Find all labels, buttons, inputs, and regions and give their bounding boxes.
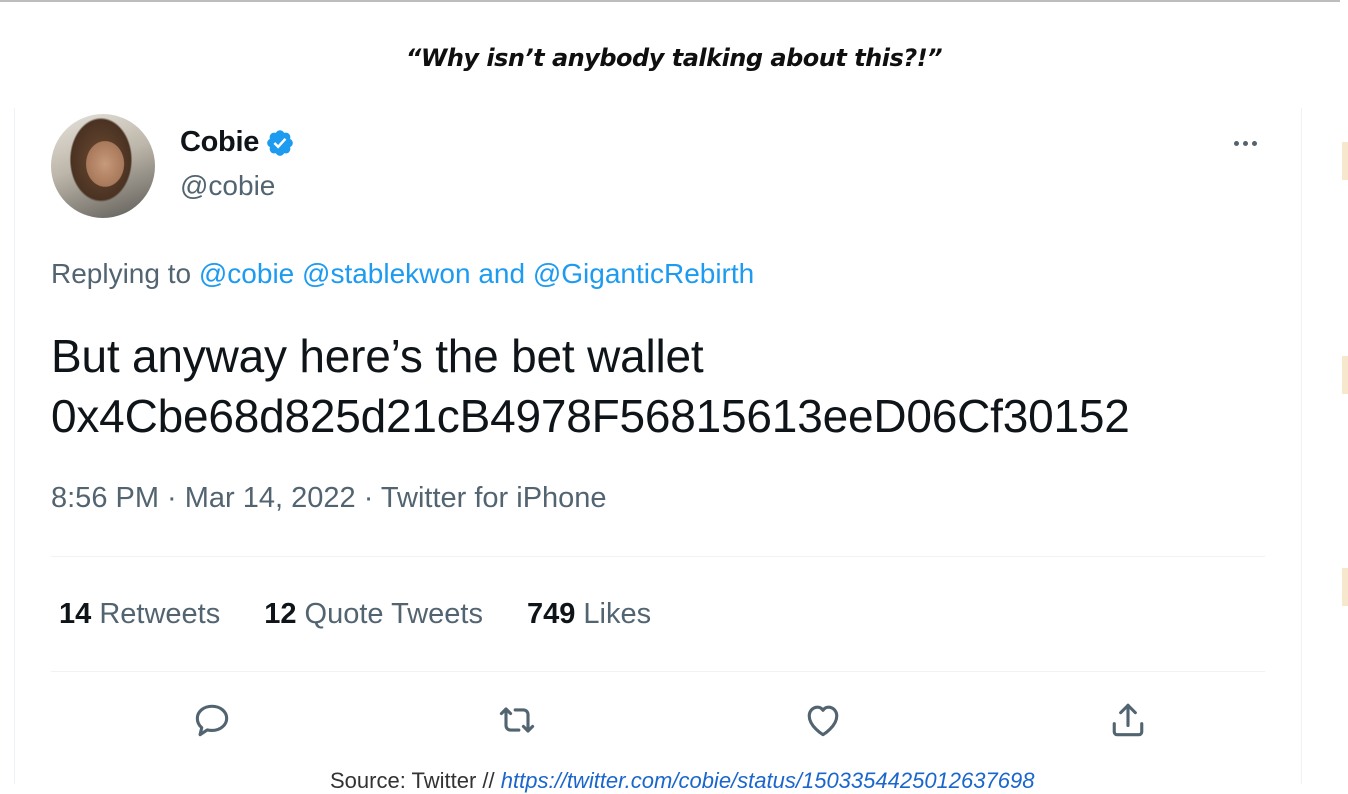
source-line: Source: Twitter // https://twitter.com/c…: [330, 768, 1034, 794]
share-button[interactable]: [1100, 692, 1156, 748]
more-dot-icon: [1233, 140, 1239, 146]
mention-and[interactable]: and: [478, 258, 525, 289]
source-prefix: Source: Twitter //: [330, 768, 495, 793]
more-options-button[interactable]: [1225, 128, 1265, 158]
stats-bottom-divider: [51, 671, 1265, 672]
replying-prefix: Replying to: [51, 258, 192, 289]
replying-to-line: Replying to @cobie @stablekwon and @Giga…: [51, 258, 754, 290]
retweets-count: 14: [59, 598, 92, 630]
quote-tweets-count: 12: [264, 598, 297, 630]
tweet-text-line-1: But anyway here’s the bet wallet: [51, 330, 704, 382]
quote-tweets-label: Quote Tweets: [304, 598, 483, 630]
mention-stablekwon[interactable]: @stablekwon: [302, 258, 471, 289]
retweets-label: Retweets: [99, 598, 221, 630]
edge-decoration: [1342, 356, 1348, 394]
top-divider: [0, 0, 1340, 2]
stats-top-divider: [51, 556, 1265, 557]
more-dot-icon: [1242, 140, 1248, 146]
likes-label: Likes: [583, 598, 652, 630]
verified-badge-icon: [267, 129, 293, 156]
author-name-row: Cobie: [180, 126, 295, 159]
tweet-stats: 14 Retweets 12 Quote Tweets 749 Likes: [59, 598, 651, 631]
tweet-card: Cobie @cobie Replying to @cobie @stablek…: [14, 108, 1302, 784]
mention-giganticrebirth[interactable]: @GiganticRebirth: [533, 258, 754, 289]
tweet-timestamp[interactable]: 8:56 PM · Mar 14, 2022 · Twitter for iPh…: [51, 482, 607, 515]
edge-decoration: [1342, 568, 1348, 606]
likes-count: 749: [526, 598, 576, 630]
retweet-button[interactable]: [489, 692, 545, 748]
author-name[interactable]: Cobie: [180, 126, 259, 159]
tweet-text-line-2: 0x4Cbe68d825d21cB4978F56815613eeD06Cf301…: [51, 390, 1130, 442]
mention-cobie[interactable]: @cobie: [199, 258, 294, 289]
share-icon: [1112, 703, 1144, 737]
more-dot-icon: [1251, 140, 1257, 146]
reply-icon: [195, 704, 229, 737]
author-handle[interactable]: @cobie: [180, 170, 275, 202]
avatar[interactable]: [51, 114, 155, 218]
retweets-stat[interactable]: 14 Retweets: [59, 598, 220, 631]
like-icon: [807, 705, 839, 737]
tweet-actions: [51, 692, 1265, 748]
caption-quote: “Why isn’t anybody talking about this?!”: [405, 44, 943, 72]
retweet-icon: [499, 707, 535, 733]
likes-stat[interactable]: 749 Likes: [527, 598, 651, 631]
quote-tweets-stat[interactable]: 12 Quote Tweets: [264, 598, 483, 631]
source-link[interactable]: https://twitter.com/cobie/status/1503354…: [501, 768, 1035, 793]
like-button[interactable]: [795, 692, 851, 748]
reply-button[interactable]: [184, 692, 240, 748]
edge-decoration: [1342, 142, 1348, 180]
tweet-text: But anyway here’s the bet wallet 0x4Cbe6…: [51, 326, 1130, 446]
